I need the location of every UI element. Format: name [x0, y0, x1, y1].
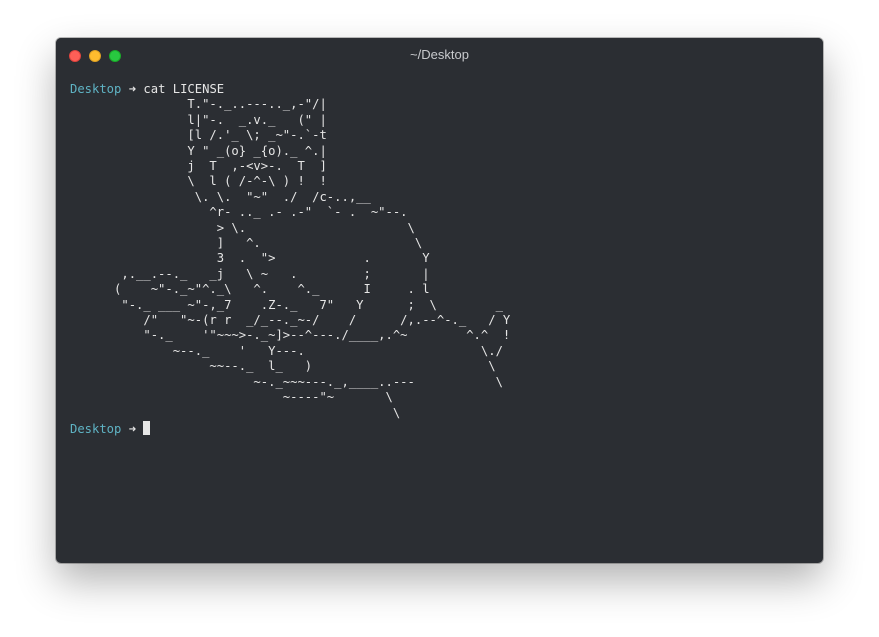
- window-title: ~/Desktop: [410, 47, 469, 62]
- prompt-arrow-icon: ➜: [128, 421, 137, 436]
- terminal-window: ~/Desktop Desktop ➜ cat LICENSE T."-._..…: [56, 38, 823, 563]
- input-line[interactable]: Desktop ➜: [70, 420, 810, 436]
- title-bar[interactable]: ~/Desktop: [56, 38, 823, 72]
- command-text: cat LICENSE: [143, 82, 225, 96]
- text-cursor: [143, 420, 151, 435]
- prompt-arrow-icon: ➜: [128, 82, 137, 96]
- command-output: T."-._..---.._,-"/| l|"-. _.v._ (" | [l …: [114, 97, 511, 420]
- prompt-directory: Desktop: [70, 82, 122, 96]
- terminal-content[interactable]: Desktop ➜ cat LICENSE T."-._..---.._,-"/…: [70, 82, 810, 436]
- command-line: Desktop ➜ cat LICENSE: [70, 82, 810, 97]
- prompt-directory: Desktop: [70, 421, 122, 436]
